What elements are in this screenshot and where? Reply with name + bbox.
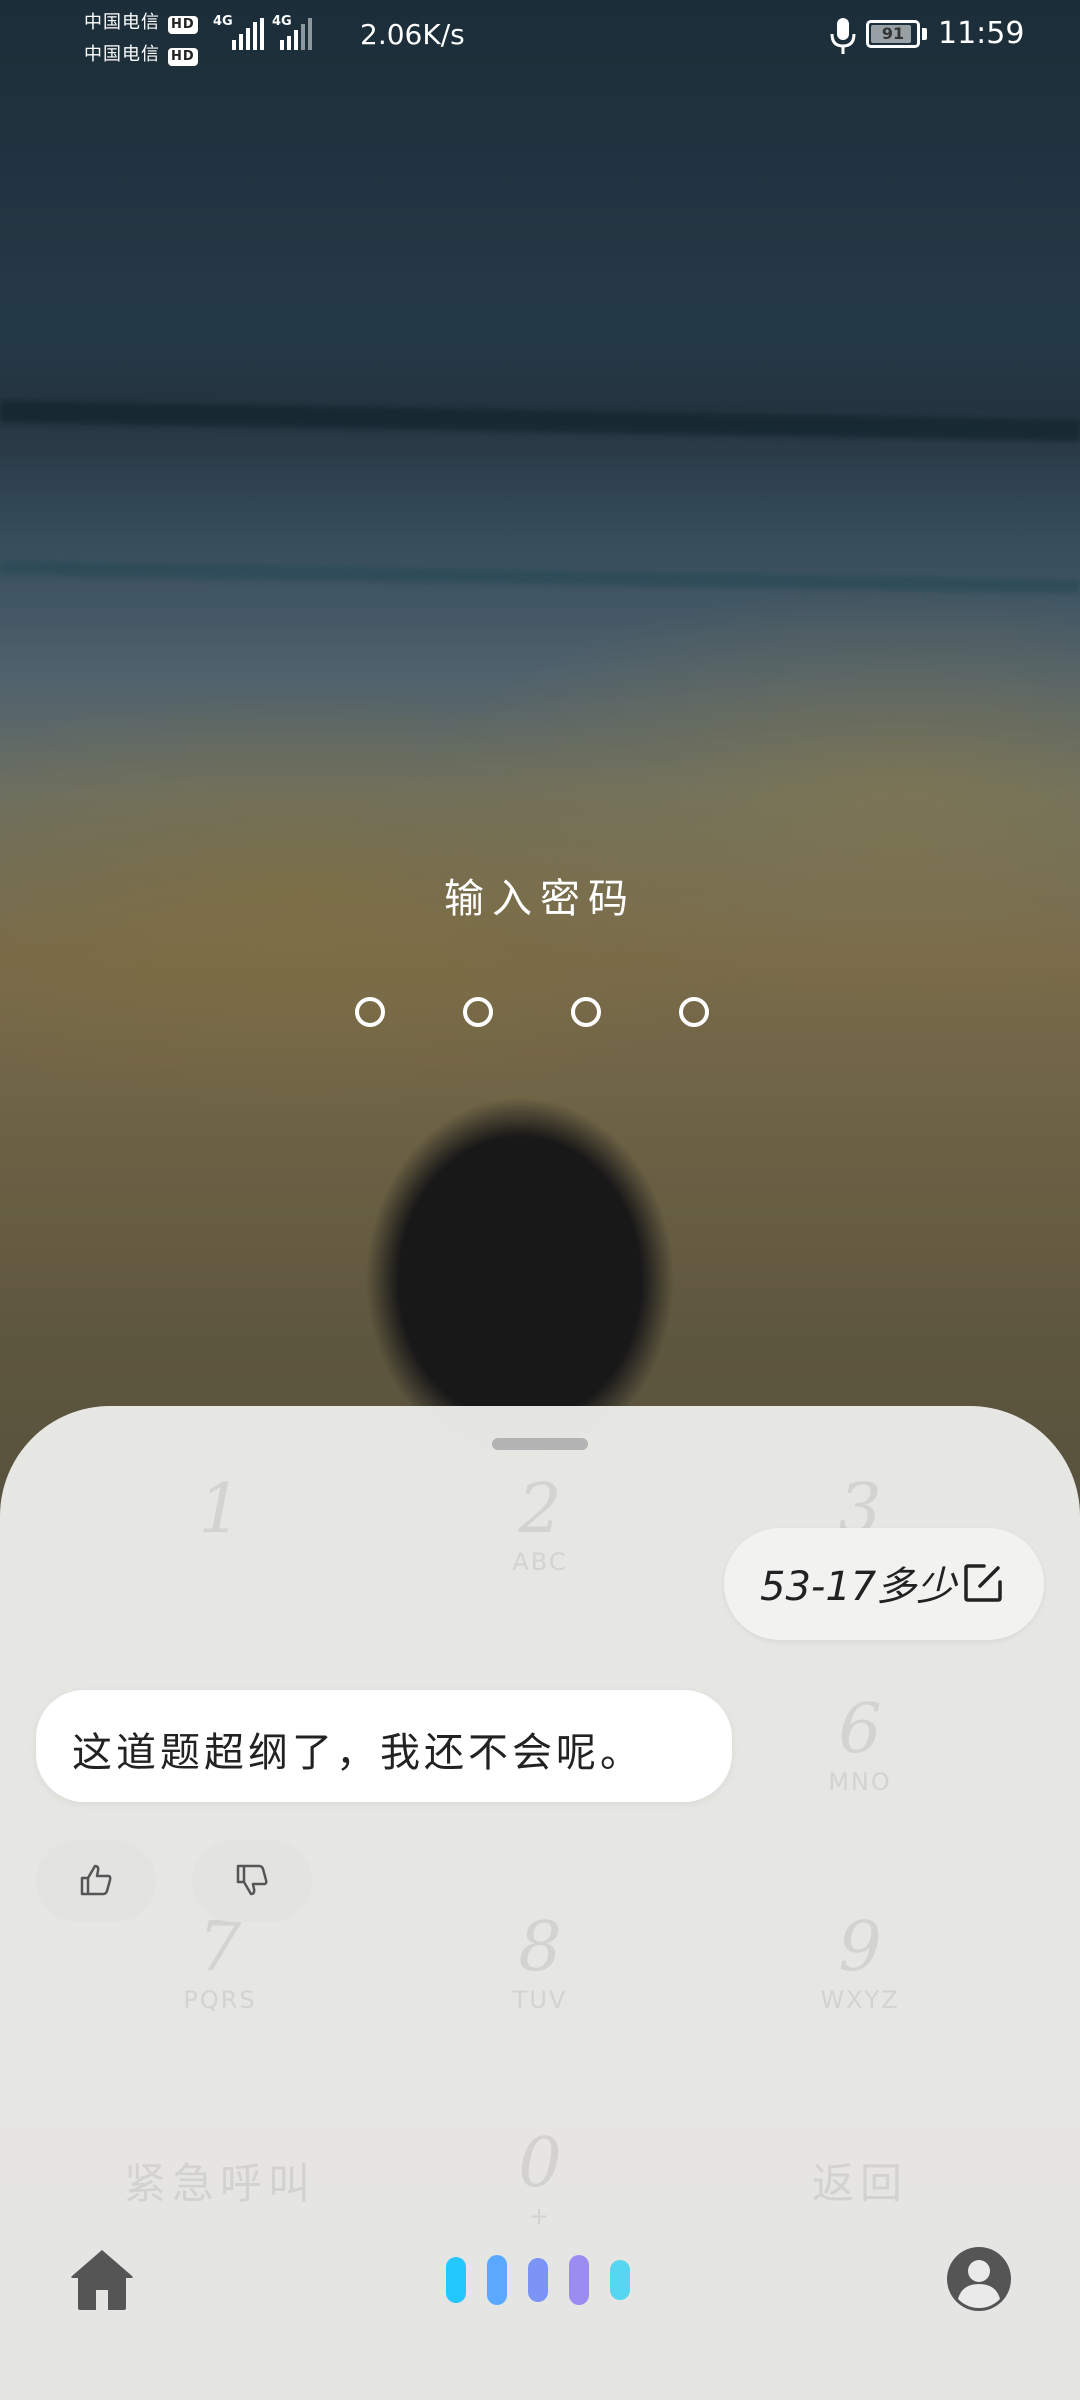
assistant-reply-bubble: 这道题超纲了，我还不会呢。 <box>36 1690 732 1802</box>
keypad-key-9[interactable]: 9 WXYZ <box>760 1908 960 2015</box>
keypad-key-number: 0 <box>518 2124 562 2203</box>
keypad-key-number: 6 <box>838 1690 882 1769</box>
status-bar: 中国电信 HD 中国电信 HD 4G 4G 2.06K/s 91 11:59 <box>0 0 1080 70</box>
thumbs-up-icon <box>80 1864 112 1896</box>
thumbs-up-button[interactable] <box>36 1840 156 1922</box>
hd-badge: HD <box>168 48 198 66</box>
user-query-text: 53-17多少 <box>760 1564 957 1610</box>
keypad-key-number: 8 <box>518 1908 562 1987</box>
password-prompt-title: 输入密码 <box>444 876 636 922</box>
assistant-bar <box>610 2260 630 2300</box>
emergency-call-button[interactable]: 紧急呼叫 <box>100 2150 340 2211</box>
signal-icon <box>232 18 264 50</box>
pin-dot <box>463 997 493 1027</box>
carrier-2: 中国电信 HD <box>84 40 198 66</box>
keypad-key-number: 1 <box>198 1470 242 1549</box>
carrier-1: 中国电信 HD <box>84 8 198 34</box>
carrier-1-label: 中国电信 <box>84 12 160 33</box>
hd-badge: HD <box>168 16 198 34</box>
user-query-bubble[interactable]: 53-17多少 <box>724 1528 1044 1640</box>
sheet-drag-handle[interactable] <box>492 1438 588 1450</box>
thumbs-down-button[interactable] <box>192 1840 312 1922</box>
pin-dot <box>355 997 385 1027</box>
keypad-key-letters: PQRS <box>183 1986 257 2014</box>
assistant-bar <box>569 2255 589 2305</box>
assistant-bar <box>446 2257 466 2303</box>
keypad-key-number: 2 <box>518 1470 562 1549</box>
edit-icon[interactable] <box>962 1562 1004 1604</box>
home-icon[interactable] <box>68 2246 136 2314</box>
battery-level: 91 <box>881 24 905 43</box>
battery-cap <box>922 28 927 40</box>
keypad-key-1[interactable]: 1 <box>120 1472 320 1548</box>
keypad-key-number: 9 <box>838 1908 882 1987</box>
keypad-key-letters: + <box>528 2202 552 2230</box>
thumbs-down-icon <box>236 1864 268 1896</box>
pin-dot <box>679 997 709 1027</box>
keypad-key-0[interactable]: 0 + <box>440 2124 640 2231</box>
voice-assistant-icon[interactable] <box>444 2254 636 2306</box>
keypad-key-number: 7 <box>198 1908 242 1987</box>
keypad-key-letters: MNO <box>828 1768 892 1796</box>
keypad-key-letters: ABC <box>512 1548 568 1576</box>
microphone-icon <box>830 18 856 54</box>
keypad-key-2[interactable]: 2 ABC <box>440 1470 640 1577</box>
user-avatar-icon[interactable] <box>946 2246 1012 2312</box>
assistant-bar <box>487 2255 507 2305</box>
carrier-2-label: 中国电信 <box>84 44 160 65</box>
network-type-1: 4G <box>213 14 233 29</box>
signal-icon-secondary <box>280 18 312 50</box>
keypad-key-letters: TUV <box>512 1986 568 2014</box>
back-button[interactable]: 返回 <box>760 2150 960 2211</box>
keypad-key-letters: WXYZ <box>820 1986 900 2014</box>
keypad-key-8[interactable]: 8 TUV <box>440 1908 640 2015</box>
assistant-bar <box>528 2258 548 2302</box>
keypad-key-6[interactable]: 6 MNO <box>760 1690 960 1797</box>
status-clock: 11:59 <box>938 16 1025 51</box>
pin-dot <box>571 997 601 1027</box>
keypad-key-7[interactable]: 7 PQRS <box>120 1908 320 2015</box>
network-speed: 2.06K/s <box>360 18 465 51</box>
assistant-reply-text: 这道题超纲了，我还不会呢。 <box>72 1730 644 1776</box>
pin-indicator-row <box>355 997 725 1037</box>
